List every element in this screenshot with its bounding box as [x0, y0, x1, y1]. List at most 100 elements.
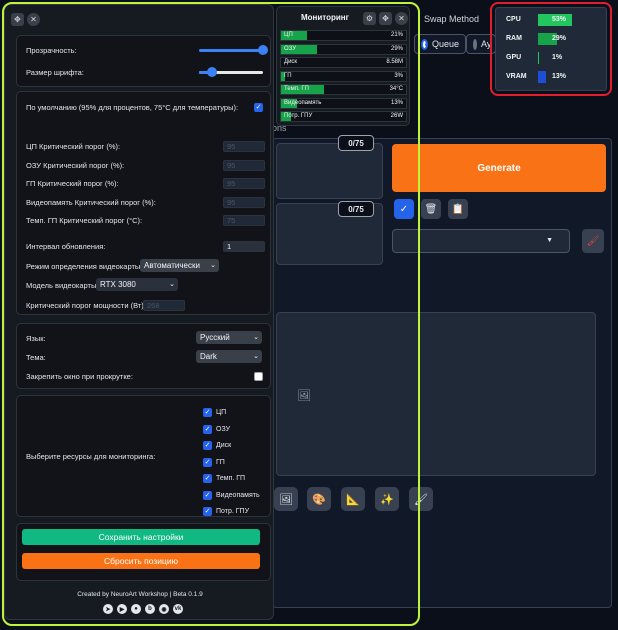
monitor-label: ГП	[284, 72, 292, 79]
monitor-row: Темп. ГП 34°C	[280, 84, 407, 95]
threshold-input[interactable]: 95	[223, 159, 265, 171]
monitor-label: ОЗУ	[284, 45, 297, 52]
close-icon[interactable]: ✕	[27, 13, 40, 26]
monitor-title: Мониторинг	[301, 13, 349, 22]
pin-label: Закрепить окно при прокрутке:	[26, 372, 133, 381]
language-label: Язык:	[26, 334, 46, 343]
resource-label: ОЗУ	[216, 425, 231, 433]
interval-input[interactable]: 1	[223, 241, 265, 252]
check-icon: ✓	[399, 203, 409, 215]
chevron-down-icon: ⌄	[169, 281, 175, 288]
palette-tool-button[interactable]: 🎨	[307, 487, 331, 511]
brush-button[interactable]: 🖌	[582, 229, 604, 253]
discord-icon[interactable]: ◉	[159, 604, 169, 614]
mini-value-ram: 29%	[552, 35, 567, 42]
monitor-value: 29%	[390, 45, 403, 52]
caret-down-icon: ▼	[546, 237, 553, 244]
monitor-label: ЦП	[284, 32, 293, 38]
palette-icon: 🎨	[312, 493, 326, 506]
styles-dropdown[interactable]: ▼	[392, 229, 570, 253]
monitor-value: 26W	[390, 113, 403, 119]
threshold-input[interactable]: 95	[223, 141, 265, 152]
resource-label: ЦП	[216, 409, 227, 416]
theme-select[interactable]: Dark ⌄	[196, 350, 262, 363]
save-settings-button[interactable]: Сохранить настройки	[22, 529, 260, 545]
resource-checkbox[interactable]: ✓	[203, 457, 212, 467]
sparkle-tool-button[interactable]: ✨	[375, 487, 399, 511]
monitor-value: 3%	[394, 72, 403, 79]
monitor-value: 21%	[390, 32, 403, 38]
queue-radio[interactable]: Queue	[414, 34, 466, 54]
gear-icon[interactable]: ⚙	[363, 12, 376, 25]
resources-label: Выберите ресурсы для мониторинга:	[26, 452, 156, 461]
move-icon[interactable]: ✥	[379, 12, 392, 25]
resource-checkbox[interactable]: ✓	[203, 441, 212, 450]
threshold-label: ГП Критический порог (%):	[26, 179, 119, 188]
boosty-icon[interactable]: b	[145, 604, 155, 614]
gpu-model-label: Модель видеокарты:	[26, 281, 99, 290]
language-select[interactable]: Русский ⌄	[196, 331, 262, 344]
gpu-model-select[interactable]: RTX 3080 ⌄	[96, 278, 178, 291]
threshold-input[interactable]: 95	[223, 178, 265, 189]
resource-checkbox[interactable]: ✓	[203, 424, 212, 434]
font-size-slider-knob[interactable]	[206, 67, 217, 77]
prompt-counter: 0/75	[338, 135, 374, 151]
generate-button[interactable]: Generate	[392, 144, 606, 192]
settings-panel: ✥ ✕ Прозрачность: Размер шрифта: По умол…	[4, 4, 274, 620]
sparkle-icon: ✨	[380, 493, 394, 506]
mini-label-vram: VRAM	[506, 73, 527, 80]
brush-tool-button[interactable]: 🖌	[409, 487, 433, 511]
monitor-label: Видеопамять	[284, 99, 322, 106]
power-input[interactable]: 268	[143, 300, 185, 311]
resources-group: Выберите ресурсы для мониторинга: ✓ ЦП ✓ ОЗ…	[16, 395, 271, 517]
gpu-mode-select[interactable]: Автоматически ⌄	[140, 259, 219, 272]
defaults-checkbox[interactable]: ✓	[254, 103, 263, 112]
transparency-slider-knob[interactable]	[258, 45, 268, 55]
trash-icon: 🗑	[424, 203, 438, 215]
monitor-row: Видеопамять 13%	[280, 97, 407, 109]
mini-value-cpu: 53%	[552, 16, 567, 23]
mini-bar-gpu	[538, 52, 539, 64]
monitoring-widget[interactable]: Мониторинг ⚙ ✥ ✕ ЦП 21% ОЗУ 29% Диск 8.58M ГП 3…	[276, 6, 410, 126]
threshold-input[interactable]: 75	[223, 215, 265, 226]
monitor-row: Потр. ГПУ 26W	[280, 111, 407, 122]
credit-text: Created by NeuroArt Workshop | Beta 0.1.…	[77, 591, 203, 598]
defaults-label: По умолчанию (95% для процентов, 75°C дл…	[26, 103, 239, 112]
telegram-icon[interactable]: ➤	[103, 604, 113, 614]
transparency-slider[interactable]	[199, 49, 263, 52]
resource-checkbox[interactable]: ✓	[203, 474, 212, 483]
picture-icon: 🖼	[279, 493, 293, 506]
check-button[interactable]: ✓	[394, 199, 414, 219]
youtube-icon[interactable]: ▶	[117, 604, 127, 614]
prompt-input[interactable]	[276, 143, 383, 199]
resource-checkbox[interactable]: ✓	[203, 507, 212, 516]
move-icon[interactable]: ✥	[11, 13, 24, 26]
trash-button[interactable]: 🗑	[421, 199, 441, 219]
async-radio[interactable]: Ay	[466, 34, 496, 54]
reset-position-button[interactable]: Сбросить позицию	[22, 553, 260, 569]
threshold-label: Видеопамять Критический порог (%):	[26, 197, 156, 207]
chevron-down-icon: ⌄	[253, 334, 259, 341]
pin-checkbox[interactable]	[254, 372, 263, 381]
resource-checkbox[interactable]: ✓	[203, 490, 212, 500]
resource-label: Видеопамять	[216, 491, 260, 499]
mini-label-gpu: GPU	[506, 54, 522, 61]
resource-checkbox[interactable]: ✓	[203, 408, 212, 417]
mini-stats-widget: CPU 53% RAM 29% GPU 1% VRAM 13%	[495, 7, 607, 91]
monitor-label: Потр. ГПУ	[284, 113, 313, 119]
mini-value-vram: 13%	[552, 73, 567, 80]
appearance-group: Прозрачность: Размер шрифта:	[16, 35, 271, 87]
power-label: Критический порог мощности (Вт):	[26, 301, 146, 310]
radio-on-icon	[421, 38, 428, 50]
github-icon[interactable]: ●	[131, 604, 141, 614]
resource-label: Потр. ГПУ	[216, 508, 250, 515]
ruler-tool-button[interactable]: 📐	[341, 487, 365, 511]
gpu-mode-label: Режим определения видеокарты:	[26, 262, 143, 271]
interface-group: Язык: Русский ⌄ Тема: Dark ⌄ Закрепить окн…	[16, 323, 271, 389]
vk-icon[interactable]: vk	[173, 604, 183, 614]
mini-label-cpu: CPU	[506, 16, 521, 23]
threshold-input[interactable]: 95	[223, 196, 265, 208]
image-tool-button[interactable]: 🖼	[274, 487, 298, 511]
close-icon[interactable]: ✕	[395, 12, 408, 25]
clipboard-button[interactable]: 📋	[448, 199, 468, 219]
